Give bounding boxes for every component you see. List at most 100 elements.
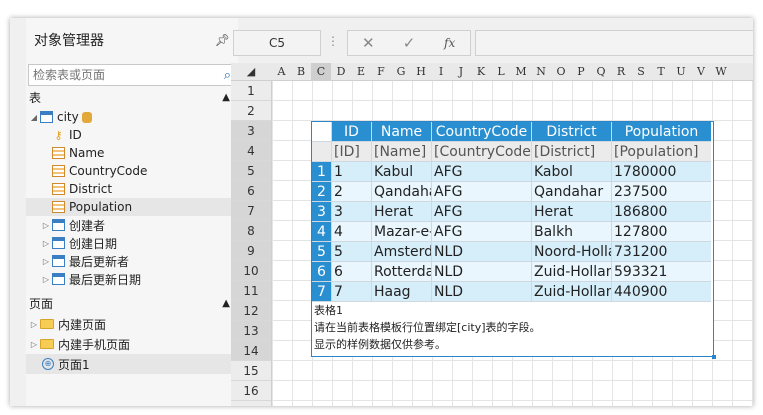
column-header[interactable]: W bbox=[711, 63, 731, 80]
spreadsheet-grid[interactable]: ◢ A B C D E F G H I J K L M N O P Q R S … bbox=[231, 63, 753, 406]
row-index-cell[interactable]: 3 bbox=[312, 202, 332, 222]
header-cell[interactable]: ID bbox=[332, 122, 372, 142]
cell-population[interactable]: 731200 bbox=[612, 242, 711, 262]
cell-district[interactable]: Zuid-Holland bbox=[532, 262, 612, 282]
cell-name[interactable]: Haag bbox=[372, 282, 432, 302]
collapsed-caret-icon[interactable]: ▷ bbox=[28, 340, 40, 349]
cell-countrycode[interactable]: NLD bbox=[432, 242, 532, 262]
binding-cell[interactable]: [Name] bbox=[372, 142, 432, 162]
search-icon[interactable]: ⌕ bbox=[224, 68, 231, 83]
cell-countrycode[interactable]: NLD bbox=[432, 282, 532, 302]
row-header[interactable]: 14 bbox=[231, 341, 271, 361]
row-header[interactable]: 4 bbox=[231, 141, 271, 161]
cell-name[interactable]: Qandahar bbox=[372, 182, 432, 202]
collapsed-caret-icon[interactable]: ▷ bbox=[40, 221, 52, 230]
column-header[interactable]: K bbox=[471, 63, 491, 80]
column-header[interactable]: J bbox=[451, 63, 471, 80]
function-icon[interactable]: fx bbox=[438, 36, 462, 50]
cell-population[interactable]: 237500 bbox=[612, 182, 711, 202]
row-header[interactable]: 9 bbox=[231, 241, 271, 261]
header-cell[interactable]: District bbox=[532, 122, 612, 142]
resize-handle[interactable] bbox=[712, 355, 716, 359]
cell-countrycode[interactable]: AFG bbox=[432, 162, 532, 182]
cell-reference-box[interactable]: C5 bbox=[233, 30, 321, 56]
tree-field-countrycode[interactable]: CountryCode bbox=[26, 162, 238, 180]
column-header[interactable]: S bbox=[631, 63, 651, 80]
row-header[interactable]: 6 bbox=[231, 181, 271, 201]
column-header[interactable]: L bbox=[491, 63, 511, 80]
tree-field-id[interactable]: ⚷ ID bbox=[26, 126, 238, 144]
cell-id[interactable]: 6 bbox=[332, 262, 372, 282]
tree-field-district[interactable]: District bbox=[26, 180, 238, 198]
cell-district[interactable]: Balkh bbox=[532, 222, 612, 242]
cell-id[interactable]: 5 bbox=[332, 242, 372, 262]
cell-district[interactable]: Herat bbox=[532, 202, 612, 222]
tree-table-city[interactable]: ◢ city bbox=[26, 108, 238, 126]
tree-field-name[interactable]: Name bbox=[26, 144, 238, 162]
row-header[interactable]: 10 bbox=[231, 261, 271, 281]
column-header[interactable]: D bbox=[331, 63, 351, 80]
tables-section-header[interactable]: 表 ▲ bbox=[26, 86, 238, 108]
cell-district[interactable]: Noord-Holland bbox=[532, 242, 612, 262]
cell-name[interactable]: Herat bbox=[372, 202, 432, 222]
column-header[interactable]: B bbox=[291, 63, 311, 80]
row-header[interactable]: 3 bbox=[231, 121, 271, 141]
cell-population[interactable]: 127800 bbox=[612, 222, 711, 242]
select-all-corner[interactable]: ◢ bbox=[231, 63, 271, 80]
tree-meta-created-date[interactable]: ▷ 创建日期 bbox=[26, 234, 238, 252]
cell-population[interactable]: 593321 bbox=[612, 262, 711, 282]
column-header[interactable]: T bbox=[651, 63, 671, 80]
column-header[interactable]: V bbox=[691, 63, 711, 80]
collapse-icon[interactable]: ▲ bbox=[222, 298, 230, 309]
collapsed-caret-icon[interactable]: ▷ bbox=[40, 275, 52, 284]
binding-cell[interactable]: [District] bbox=[532, 142, 612, 162]
row-header[interactable]: 11 bbox=[231, 281, 271, 301]
corner-cell[interactable] bbox=[312, 122, 332, 142]
row-header[interactable]: 13 bbox=[231, 321, 271, 341]
column-header[interactable]: E bbox=[351, 63, 371, 80]
tree-page-1[interactable]: ⊕ 页面1 bbox=[26, 354, 238, 374]
column-header[interactable]: G bbox=[391, 63, 411, 80]
cell-population[interactable]: 1780000 bbox=[612, 162, 711, 182]
formula-input[interactable] bbox=[475, 30, 753, 56]
row-header[interactable]: 2 bbox=[231, 101, 271, 121]
tree-field-population[interactable]: Population bbox=[26, 198, 238, 216]
cell-district[interactable]: Kabol bbox=[532, 162, 612, 182]
cell-id[interactable]: 2 bbox=[332, 182, 372, 202]
cell-id[interactable]: 1 bbox=[332, 162, 372, 182]
tree-meta-updater[interactable]: ▷ 最后更新者 bbox=[26, 252, 238, 270]
column-header[interactable]: Q bbox=[591, 63, 611, 80]
header-cell[interactable]: CountryCode bbox=[432, 122, 532, 142]
row-header[interactable]: 1 bbox=[231, 81, 271, 101]
pin-icon[interactable]: 📌︎ bbox=[215, 33, 230, 47]
header-cell[interactable]: Name bbox=[372, 122, 432, 142]
binding-cell[interactable]: [ID] bbox=[332, 142, 372, 162]
cell-id[interactable]: 3 bbox=[332, 202, 372, 222]
row-header[interactable]: 16 bbox=[231, 381, 271, 401]
header-cell[interactable]: Population bbox=[612, 122, 711, 142]
cancel-icon[interactable]: ✕ bbox=[356, 34, 380, 52]
column-header[interactable]: O bbox=[551, 63, 571, 80]
row-header[interactable]: 12 bbox=[231, 301, 271, 321]
cell-id[interactable]: 7 bbox=[332, 282, 372, 302]
collapsed-caret-icon[interactable]: ▷ bbox=[40, 239, 52, 248]
binding-cell[interactable]: [CountryCode] bbox=[432, 142, 532, 162]
row-header[interactable]: 5 bbox=[231, 161, 271, 181]
column-header[interactable]: A bbox=[272, 63, 291, 80]
bound-table[interactable]: ID Name CountryCode District Population … bbox=[311, 121, 716, 359]
cell-countrycode[interactable]: AFG bbox=[432, 182, 532, 202]
table-note[interactable]: 表格1 请在当前表格模板行位置绑定[city]表的字段。 显示的样例数据仅供参考… bbox=[312, 302, 713, 356]
column-header[interactable]: M bbox=[511, 63, 531, 80]
column-header[interactable]: I bbox=[431, 63, 451, 80]
cell-name[interactable]: Mazar-e-Sharif bbox=[372, 222, 432, 242]
cell-countrycode[interactable]: NLD bbox=[432, 262, 532, 282]
column-header[interactable]: H bbox=[411, 63, 431, 80]
cell-district[interactable]: Qandahar bbox=[532, 182, 612, 202]
cell-countrycode[interactable]: AFG bbox=[432, 222, 532, 242]
pages-section-header[interactable]: 页面 ▲ bbox=[26, 292, 238, 314]
search-input[interactable] bbox=[33, 68, 193, 82]
column-header[interactable]: C bbox=[311, 63, 331, 80]
binding-corner-cell[interactable] bbox=[312, 142, 332, 162]
row-index-cell[interactable]: 1 bbox=[312, 162, 332, 182]
row-header[interactable]: 7 bbox=[231, 201, 271, 221]
